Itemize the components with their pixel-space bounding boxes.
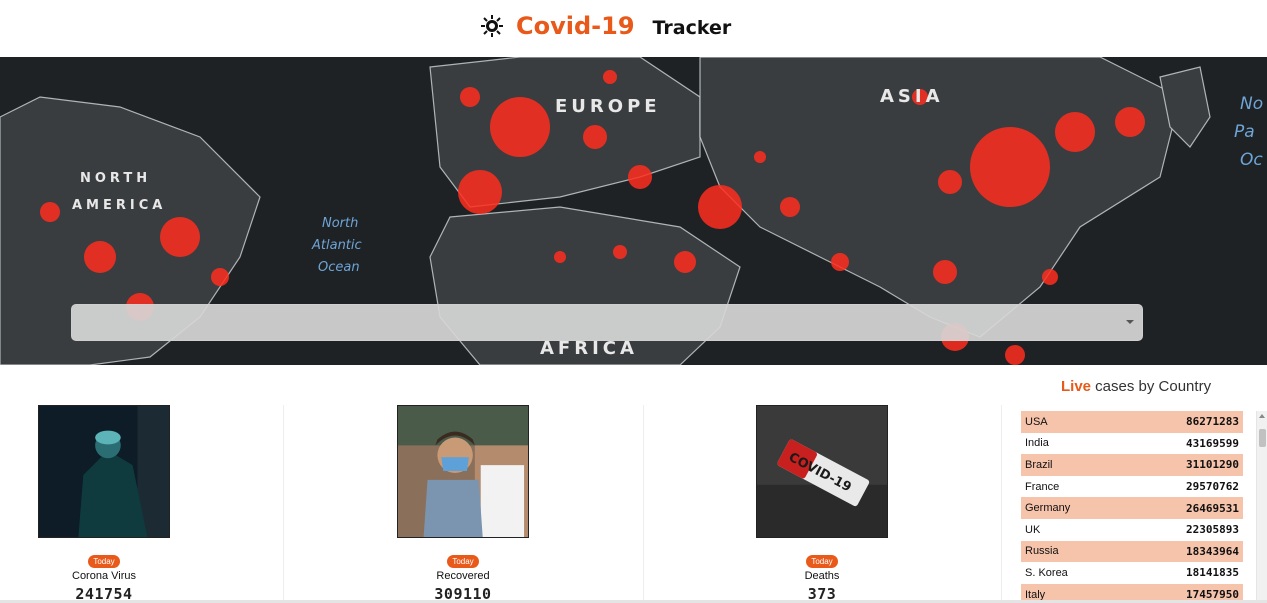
today-badge: Today bbox=[88, 555, 120, 568]
map-label-america: AMERICA bbox=[72, 198, 166, 213]
app-header: Covid-19 Tracker bbox=[0, 0, 1267, 57]
country-name: India bbox=[1025, 437, 1049, 450]
table-row[interactable]: Germany 26469531 bbox=[1021, 497, 1243, 519]
country-name: Brazil bbox=[1025, 458, 1053, 471]
table-row[interactable]: USA 86271283 bbox=[1021, 411, 1243, 433]
stat-card-recovered: Today Recovered 309110 bbox=[363, 405, 563, 603]
case-count: 86271283 bbox=[1186, 415, 1239, 429]
virus-icon bbox=[481, 15, 503, 37]
today-badge: Today bbox=[447, 555, 479, 568]
map-label-asia: ASIA bbox=[880, 86, 944, 107]
map-label-europe: EUROPE bbox=[555, 96, 661, 117]
map-label-pacific-3: Oc bbox=[1240, 150, 1263, 170]
table-row[interactable]: India 43169599 bbox=[1021, 433, 1243, 455]
stat-card-deaths: COVID-19 Today Deaths 373 bbox=[722, 405, 922, 603]
table-row[interactable]: France 29570762 bbox=[1021, 476, 1243, 498]
scroll-up-icon[interactable] bbox=[1259, 414, 1265, 418]
map-label-ocean-1: North bbox=[322, 216, 358, 231]
table-row[interactable]: Brazil 31101290 bbox=[1021, 454, 1243, 476]
live-cases-table: USA 86271283 India 43169599 Brazil 31101290 Fr… bbox=[1021, 411, 1243, 603]
card-image-recovered bbox=[397, 405, 529, 538]
map-label-pacific-2: Pa bbox=[1234, 122, 1255, 142]
country-name: France bbox=[1025, 480, 1060, 493]
case-count: 26469531 bbox=[1186, 501, 1239, 515]
scroll-thumb[interactable] bbox=[1259, 429, 1266, 447]
case-count: 22305893 bbox=[1186, 523, 1239, 537]
stat-card-corona: Today Corona Virus 241754 bbox=[4, 405, 204, 603]
table-row[interactable]: S. Korea 18141835 bbox=[1021, 562, 1243, 584]
country-name: S. Korea bbox=[1025, 566, 1068, 579]
app-subtitle: Tracker bbox=[652, 16, 732, 39]
country-select[interactable] bbox=[71, 304, 1143, 341]
country-name: Russia bbox=[1025, 545, 1059, 558]
card-label-recovered: Recovered bbox=[436, 570, 490, 582]
case-count: 31101290 bbox=[1186, 458, 1239, 472]
case-count: 18141835 bbox=[1186, 566, 1239, 580]
card-divider bbox=[1001, 405, 1002, 603]
live-heading-accent: Live bbox=[1061, 378, 1092, 395]
brand: Covid-19 Tracker bbox=[480, 12, 731, 40]
map-label-pacific-1: No bbox=[1240, 94, 1263, 114]
case-count: 43169599 bbox=[1186, 436, 1239, 450]
card-label-corona: Corona Virus bbox=[72, 570, 136, 582]
card-image-deaths: COVID-19 bbox=[756, 405, 888, 538]
card-image-corona bbox=[38, 405, 170, 538]
card-divider bbox=[643, 405, 644, 603]
map-label-ocean-3: Ocean bbox=[318, 260, 360, 275]
map-label-ocean-2: Atlantic bbox=[311, 238, 362, 253]
today-badge: Today bbox=[806, 555, 838, 568]
case-count: 18343964 bbox=[1186, 544, 1239, 558]
live-cases-heading: Live cases by Country bbox=[1061, 378, 1211, 395]
country-name: Italy bbox=[1025, 588, 1046, 601]
card-label-deaths: Deaths bbox=[804, 570, 840, 582]
table-row[interactable]: Russia 18343964 bbox=[1021, 540, 1243, 563]
country-name: Germany bbox=[1025, 502, 1071, 515]
table-scrollbar[interactable] bbox=[1256, 411, 1267, 603]
country-name: USA bbox=[1025, 415, 1048, 428]
card-divider bbox=[283, 405, 284, 603]
map-label-africa: AFRICA bbox=[540, 338, 638, 359]
country-name: UK bbox=[1025, 523, 1041, 536]
table-row[interactable]: UK 22305893 bbox=[1021, 519, 1243, 541]
case-count: 29570762 bbox=[1186, 480, 1239, 494]
app-title: Covid-19 bbox=[516, 12, 635, 40]
live-heading-text: cases by Country bbox=[1091, 378, 1212, 395]
map-label-north: NORTH bbox=[80, 171, 151, 186]
